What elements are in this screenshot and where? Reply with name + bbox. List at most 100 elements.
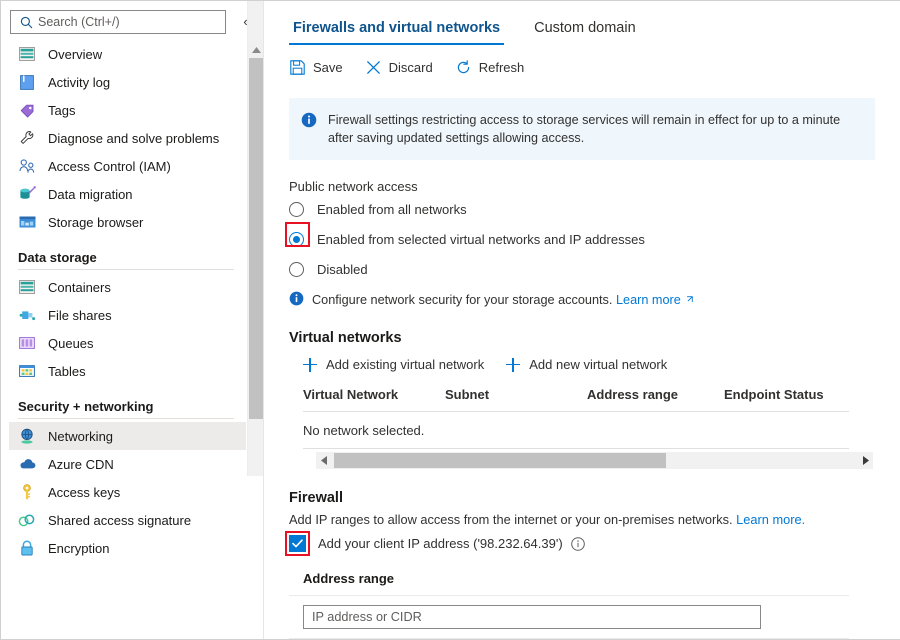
info-banner: Firewall settings restricting access to …: [289, 98, 875, 160]
sidebar-item-activity-log[interactable]: Activity log: [9, 68, 246, 96]
link-icon: [17, 511, 37, 529]
virtual-networks-commands: Add existing virtual network Add new vir…: [289, 357, 900, 372]
scroll-right-arrow-icon[interactable]: [858, 452, 873, 469]
collapse-sidebar-button[interactable]: «: [239, 14, 247, 30]
lock-icon: [17, 539, 37, 557]
network-security-note: Configure network security for your stor…: [289, 291, 900, 309]
column-header-subnet[interactable]: Subnet: [445, 387, 587, 402]
scroll-left-arrow-icon[interactable]: [316, 452, 331, 469]
discard-label: Discard: [389, 60, 433, 75]
radio-enabled-from-all-networks[interactable]: Enabled from all networks: [289, 196, 900, 222]
sidebar-item-containers[interactable]: Containers: [9, 273, 246, 301]
save-icon: [289, 59, 306, 76]
discard-icon: [365, 59, 382, 76]
sidebar-item-access-keys[interactable]: Access keys: [9, 478, 246, 506]
sidebar-item-queues[interactable]: Queues: [9, 329, 246, 357]
scroll-up-arrow-icon[interactable]: [248, 41, 264, 58]
sidebar-item-label: Tags: [48, 103, 75, 118]
sidebar-item-networking[interactable]: Networking: [9, 422, 246, 450]
address-range-input[interactable]: [303, 605, 761, 629]
sidebar-item-label: Overview: [48, 47, 102, 62]
radio-button-unchecked[interactable]: [289, 202, 304, 217]
sidebar-search-area: [1, 1, 247, 34]
sidebar-item-azure-cdn[interactable]: Azure CDN: [9, 450, 246, 478]
note-text: Configure network security for your stor…: [312, 293, 612, 307]
sidebar-item-data-migration[interactable]: Data migration: [9, 180, 246, 208]
sidebar-item-shared-access-signature[interactable]: Shared access signature: [9, 506, 246, 534]
key-icon: [17, 483, 37, 501]
data-migration-icon: [17, 185, 37, 203]
sidebar-item-label: Data migration: [48, 187, 133, 202]
sidebar-group-security-networking: Security + networking: [18, 399, 247, 414]
tags-icon: [17, 101, 37, 119]
table-bottom-rule: [303, 448, 849, 449]
sidebar-item-label: Access keys: [48, 485, 120, 500]
sidebar-item-encryption[interactable]: Encryption: [9, 534, 246, 562]
sidebar-scrollbar[interactable]: [247, 1, 264, 476]
add-existing-virtual-network-button[interactable]: Add existing virtual network: [303, 357, 484, 372]
plus-icon: [303, 358, 317, 372]
radio-disabled[interactable]: Disabled: [289, 256, 900, 282]
search-input[interactable]: [38, 15, 213, 29]
table-header-row: Virtual Network Subnet Address range End…: [303, 387, 863, 411]
sidebar-item-label: File shares: [48, 308, 112, 323]
sidebar-item-access-control-iam[interactable]: Access Control (IAM): [9, 152, 246, 180]
refresh-icon: [455, 59, 472, 76]
wrench-icon: [17, 129, 37, 147]
horizontal-scrollbar-thumb[interactable]: [334, 453, 666, 468]
command-label: Add existing virtual network: [326, 357, 484, 372]
overview-icon: [17, 45, 37, 63]
search-box[interactable]: [10, 10, 226, 34]
networking-icon: [17, 427, 37, 445]
add-new-virtual-network-button[interactable]: Add new virtual network: [506, 357, 667, 372]
containers-icon: [17, 278, 37, 296]
tab-label: Custom domain: [534, 20, 636, 36]
column-header-virtual-network[interactable]: Virtual Network: [303, 387, 445, 402]
sidebar-item-tables[interactable]: Tables: [9, 357, 246, 385]
learn-more-link[interactable]: Learn more: [616, 293, 681, 307]
checkbox-label: Add your client IP address ('98.232.64.3…: [318, 536, 563, 551]
sidebar-item-label: Queues: [48, 336, 94, 351]
sidebar-item-label: Access Control (IAM): [48, 159, 171, 174]
add-client-ip-checkbox-row[interactable]: Add your client IP address ('98.232.64.3…: [289, 535, 900, 552]
column-header-endpoint-status[interactable]: Endpoint Status: [724, 387, 824, 402]
virtual-networks-section: Virtual networks Add existing virtual ne…: [264, 330, 900, 469]
address-range-bottom-rule: [289, 638, 849, 639]
info-banner-text: Firewall settings restricting access to …: [328, 111, 861, 147]
checkbox-checked[interactable]: [289, 535, 306, 552]
table-horizontal-scrollbar[interactable]: [316, 452, 873, 469]
radio-label: Enabled from all networks: [317, 202, 467, 217]
cloud-icon: [17, 455, 37, 473]
sidebar-item-tags[interactable]: Tags: [9, 96, 246, 124]
command-toolbar: Save Discard Refresh: [264, 52, 900, 82]
sidebar-item-diagnose-and-solve-problems[interactable]: Diagnose and solve problems: [9, 124, 246, 152]
sidebar-item-storage-browser[interactable]: Storage browser: [9, 208, 246, 236]
azure-portal-networking-page: « Overview Activity log: [0, 0, 900, 640]
tab-label: Firewalls and virtual networks: [293, 20, 500, 36]
sidebar-divider: [18, 418, 234, 419]
info-circle-icon[interactable]: [571, 537, 585, 551]
public-network-access-label: Public network access: [289, 179, 900, 194]
address-input-wrapper: [289, 605, 900, 629]
discard-button[interactable]: Discard: [365, 59, 433, 76]
save-button[interactable]: Save: [289, 59, 343, 76]
sidebar-item-overview[interactable]: Overview: [9, 40, 246, 68]
info-icon: [289, 291, 304, 309]
command-label: Add new virtual network: [529, 357, 667, 372]
sidebar-item-label: Containers: [48, 280, 111, 295]
radio-button-unchecked[interactable]: [289, 262, 304, 277]
tab-custom-domain[interactable]: Custom domain: [530, 20, 640, 45]
tab-firewalls-and-virtual-networks[interactable]: Firewalls and virtual networks: [289, 20, 504, 45]
radio-button-checked[interactable]: [289, 232, 304, 247]
file-shares-icon: [17, 306, 37, 324]
sidebar-item-file-shares[interactable]: File shares: [9, 301, 246, 329]
save-label: Save: [313, 60, 343, 75]
firewall-learn-more-link[interactable]: Learn more.: [736, 512, 805, 527]
sidebar-scrollbar-thumb[interactable]: [249, 58, 264, 419]
sidebar-item-label: Tables: [48, 364, 86, 379]
column-header-address-range[interactable]: Address range: [587, 387, 724, 402]
refresh-button[interactable]: Refresh: [455, 59, 525, 76]
radio-enabled-from-selected-networks[interactable]: Enabled from selected virtual networks a…: [289, 226, 900, 252]
sidebar-item-label: Diagnose and solve problems: [48, 131, 219, 146]
tables-icon: [17, 362, 37, 380]
